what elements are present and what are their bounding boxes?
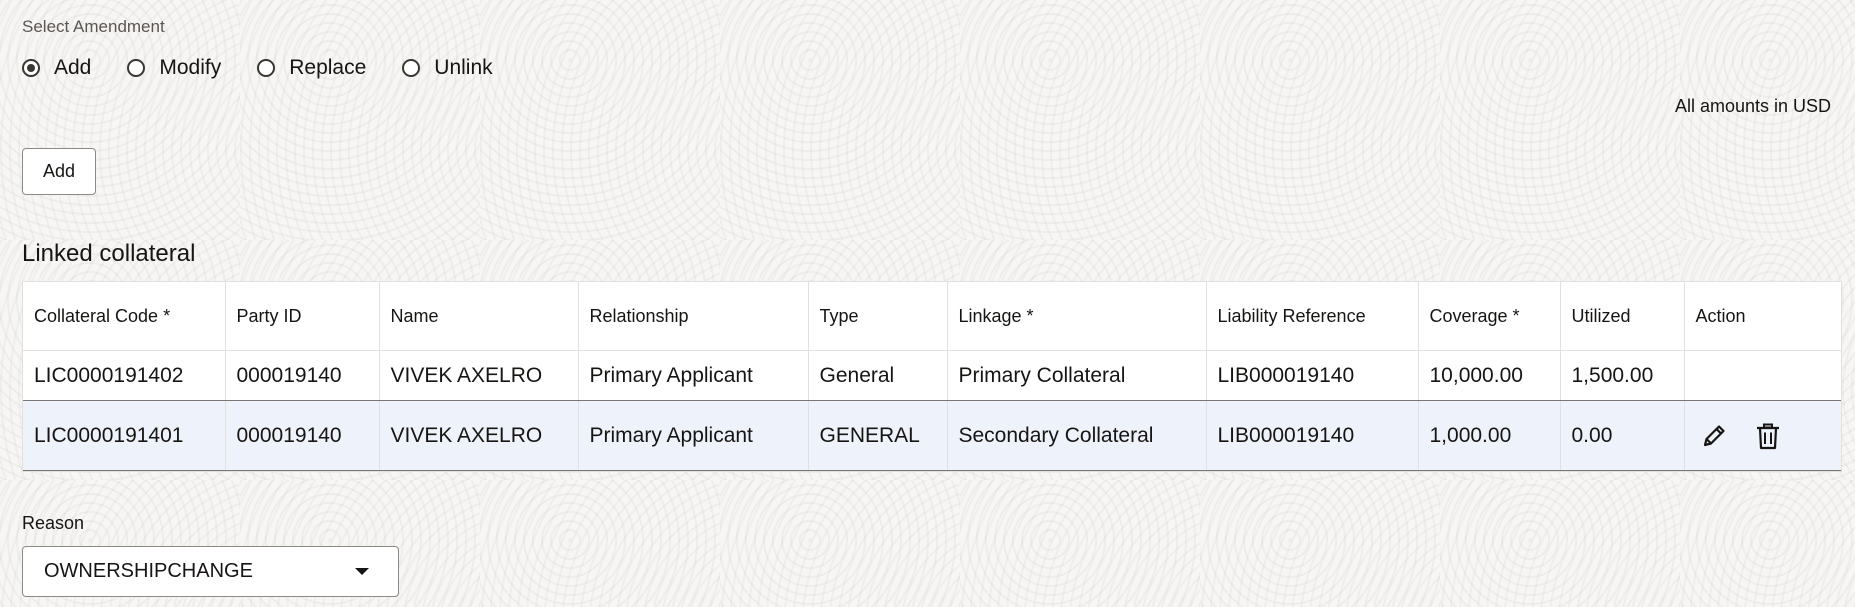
table-row[interactable]: LIC0000191401 000019140 VIVEK AXELRO Pri… (23, 400, 1842, 471)
column-header-liability-reference: Liability Reference (1206, 282, 1419, 351)
reason-selected-value: OWNERSHIPCHANGE (44, 560, 253, 582)
radio-button-replace[interactable] (257, 59, 276, 77)
cell-utilized: 1,500.00 (1560, 350, 1685, 401)
cell-liability-reference: LIB000019140 (1206, 350, 1419, 401)
column-header-party-id: Party ID (225, 282, 380, 351)
cell-action (1684, 350, 1841, 401)
radio-label-replace: Replace (289, 56, 367, 79)
column-header-action: Action (1684, 282, 1841, 351)
radio-label-add: Add (54, 56, 92, 79)
cell-relationship: Primary Applicant (578, 350, 809, 401)
column-header-type: Type (808, 282, 948, 351)
column-header-relationship: Relationship (578, 282, 809, 351)
column-header-linkage: Linkage * (947, 282, 1207, 351)
reason-select[interactable]: OWNERSHIPCHANGE (22, 546, 399, 597)
cell-linkage: Primary Collateral (947, 350, 1207, 401)
delete-icon[interactable] (1750, 418, 1786, 454)
table-header-row: Collateral Code * Party ID Name Relation… (23, 282, 1841, 351)
table-row[interactable]: LIC0000191402 000019140 VIVEK AXELRO Pri… (23, 350, 1841, 401)
radio-button-add[interactable] (22, 59, 40, 77)
edit-icon[interactable] (1696, 418, 1732, 454)
amendment-radio-group: Add Modify Replace Unlink (22, 56, 529, 80)
column-header-name: Name (379, 282, 579, 351)
cell-coverage: 1,000.00 (1418, 400, 1561, 471)
cell-party-id: 000019140 (225, 350, 380, 401)
dropdown-caret-icon (355, 568, 369, 575)
column-header-coverage: Coverage * (1418, 282, 1561, 351)
cell-name: VIVEK AXELRO (379, 400, 579, 471)
amendment-option-unlink[interactable]: Unlink (402, 56, 493, 80)
radio-label-unlink: Unlink (434, 56, 493, 79)
amendment-option-replace[interactable]: Replace (257, 56, 366, 80)
cell-party-id: 000019140 (225, 400, 380, 471)
column-header-collateral-code: Collateral Code * (23, 282, 226, 351)
cell-coverage: 10,000.00 (1418, 350, 1561, 401)
amounts-currency-note: All amounts in USD (1674, 96, 1831, 116)
cell-type: GENERAL (808, 400, 948, 471)
add-collateral-button[interactable]: Add (22, 148, 96, 195)
linked-collateral-table: Collateral Code * Party ID Name Relation… (22, 281, 1842, 472)
cell-collateral-code: LIC0000191401 (23, 400, 226, 471)
cell-action (1684, 400, 1842, 471)
cell-relationship: Primary Applicant (578, 400, 809, 471)
cell-name: VIVEK AXELRO (379, 350, 579, 401)
radio-button-unlink[interactable] (402, 59, 421, 77)
cell-linkage: Secondary Collateral (947, 400, 1207, 471)
cell-utilized: 0.00 (1560, 400, 1685, 471)
radio-label-modify: Modify (159, 56, 222, 79)
cell-liability-reference: LIB000019140 (1206, 400, 1419, 471)
radio-button-modify[interactable] (127, 59, 146, 77)
cell-type: General (808, 350, 948, 401)
select-amendment-label: Select Amendment (22, 17, 165, 36)
reason-label: Reason (22, 513, 85, 533)
column-header-utilized: Utilized (1560, 282, 1685, 351)
cell-collateral-code: LIC0000191402 (23, 350, 226, 401)
linked-collateral-title: Linked collateral (22, 240, 196, 267)
amendment-option-modify[interactable]: Modify (127, 56, 221, 80)
amendment-option-add[interactable]: Add (22, 56, 91, 80)
row-actions (1696, 401, 1842, 470)
